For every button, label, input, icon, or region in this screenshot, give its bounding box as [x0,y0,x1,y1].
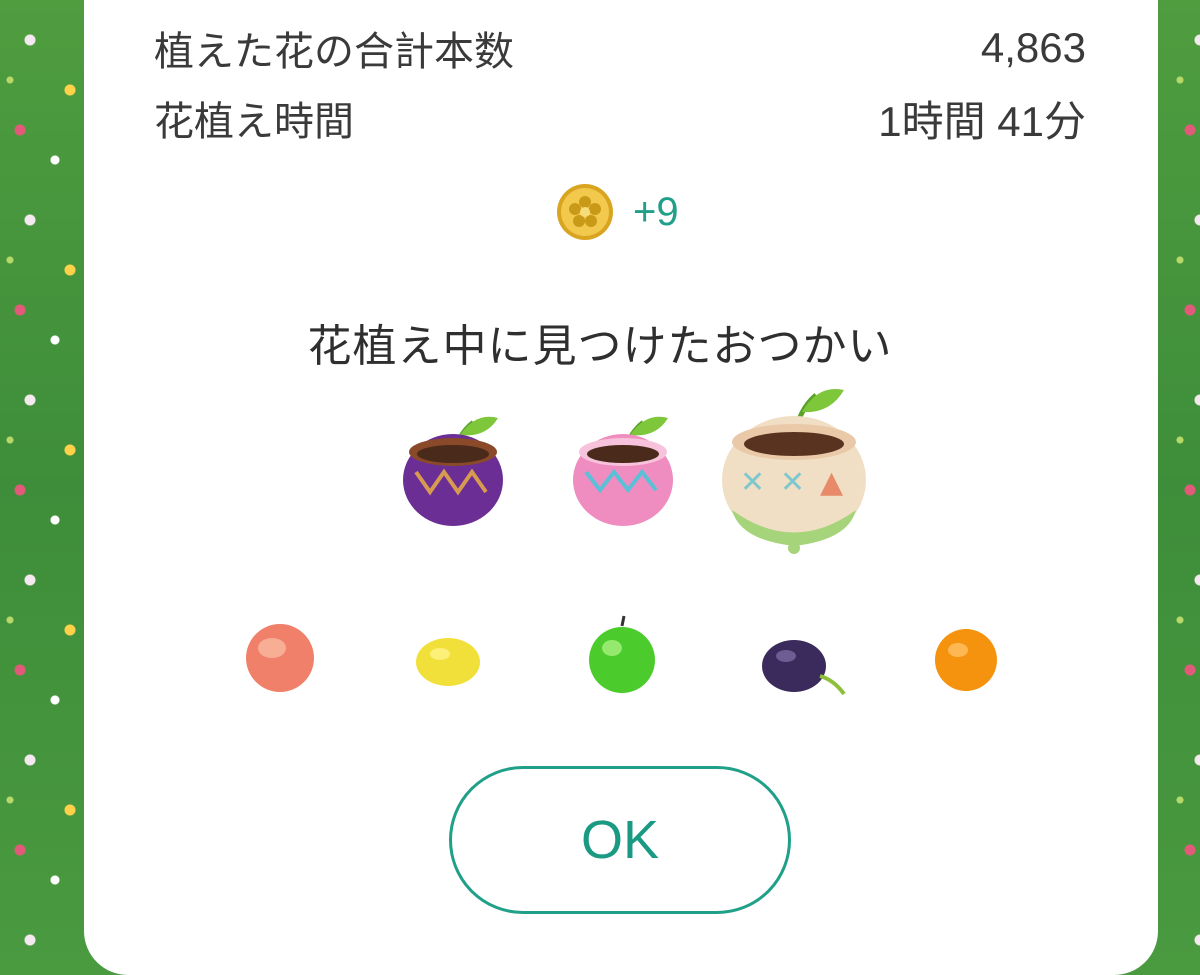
pink-sprout-pot [573,416,673,526]
plum-icon [762,640,846,696]
purple-sprout-pot [403,416,503,526]
lemon-icon [416,638,480,686]
ok-button[interactable]: OK [449,766,791,914]
pot-list: ✕ ✕ ▲ [390,380,890,560]
svg-text:✕: ✕ [740,465,765,500]
svg-text:✕: ✕ [780,465,805,500]
planting-time-value: 1時間 41分 [878,97,1086,145]
orange-icon [935,629,997,691]
total-flowers-row: 植えた花の合計本数 4,863 [154,18,1086,78]
coin-amount: +9 [633,189,679,234]
total-flowers-label: 植えた花の合計本数 [154,29,514,75]
total-flowers-value: 4,863 [980,24,1086,71]
planting-time-row: 花植え時間 1時間 41分 [154,88,1086,148]
fruit-list [0,600,1200,710]
planting-time-label: 花植え時間 [154,99,354,145]
found-errands-title: 花植え中に見つけたおつかい [307,321,893,372]
coin-reward: +9 [555,182,679,242]
apple-icon [589,615,655,693]
svg-text:▲: ▲ [820,465,843,500]
peach-icon [246,624,314,692]
cream-large-sprout-pot: ✕ ✕ ▲ [722,388,866,554]
flower-coin-icon [557,184,613,240]
